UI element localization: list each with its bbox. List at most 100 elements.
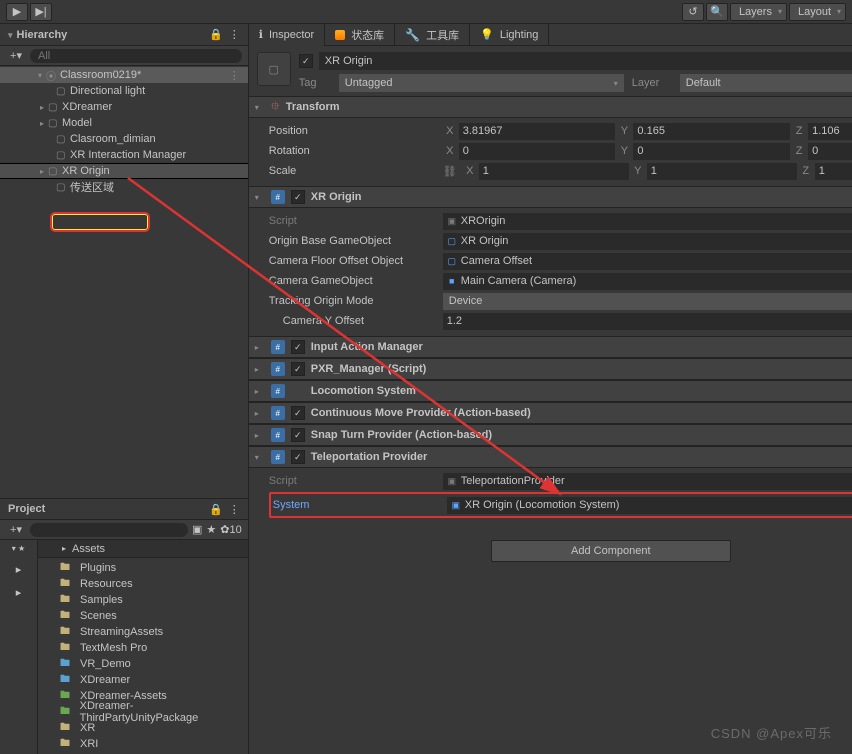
camoff-object-field[interactable]: ▢Camera Offset⊙: [443, 253, 852, 270]
lock-icon[interactable]: 🔒: [209, 503, 223, 516]
folder-icon: 🖿: [60, 720, 74, 737]
scale-link-icon[interactable]: ⛓: [443, 165, 457, 178]
add-component-button[interactable]: Add Component: [491, 540, 731, 562]
pos-y-field[interactable]: [633, 123, 790, 140]
gameobject-icon: ▢: [56, 150, 70, 161]
folder-row[interactable]: 🖿Plugins: [38, 560, 248, 576]
layout-dropdown[interactable]: Layout: [789, 3, 846, 21]
foldout-icon[interactable]: [255, 409, 265, 418]
component-pxr-header[interactable]: #✓PXR_Manager (Script)?⋮: [249, 358, 852, 380]
hierarchy-item[interactable]: ▢Clasroom_dimian: [0, 131, 248, 147]
object-name-field[interactable]: [319, 52, 852, 70]
component-enabled-checkbox[interactable]: ✓: [291, 340, 305, 354]
tab-tools[interactable]: 🔧工具库: [395, 24, 470, 46]
component-enabled-checkbox[interactable]: ✓: [291, 450, 305, 464]
gameobject-icon: ▢: [56, 134, 70, 145]
tab-lighting[interactable]: 💡Lighting: [470, 24, 549, 46]
foldout-icon[interactable]: [255, 365, 265, 374]
folder-icon[interactable]: ▸: [16, 586, 22, 599]
project-tab[interactable]: Project 🔒⋮: [0, 498, 248, 520]
hierarchy-item[interactable]: ▢Directional light: [0, 83, 248, 99]
foldout-icon[interactable]: [255, 343, 265, 352]
hierarchy-search-input[interactable]: [30, 49, 242, 63]
folder-icon: 🖿: [60, 560, 74, 577]
undo-history-button[interactable]: ↺: [682, 3, 704, 21]
folder-row[interactable]: 🖿Resources: [38, 576, 248, 592]
pos-x-field[interactable]: [459, 123, 616, 140]
rot-x-field[interactable]: [459, 143, 616, 160]
rot-y-field[interactable]: [633, 143, 790, 160]
object-icon[interactable]: ▢: [257, 52, 291, 86]
hierarchy-item[interactable]: ▸▢XDreamer: [0, 99, 248, 115]
track-dropdown[interactable]: Device: [443, 293, 852, 310]
component-enabled-checkbox[interactable]: ✓: [291, 362, 305, 376]
folder-row[interactable]: 🖿VR_Demo: [38, 656, 248, 672]
hierarchy-item-xr-origin[interactable]: ▸▢XR Origin: [0, 163, 248, 179]
script-icon: #: [271, 428, 285, 442]
project-search-input[interactable]: [30, 523, 188, 537]
system-object-field[interactable]: ▣XR Origin (Locomotion System)⊙: [447, 497, 852, 514]
base-object-field[interactable]: ▢XR Origin⊙: [443, 233, 852, 250]
folder-row[interactable]: 🖿TextMesh Pro: [38, 640, 248, 656]
folder-icon[interactable]: ▸: [16, 563, 22, 576]
component-enabled-checkbox[interactable]: ✓: [291, 428, 305, 442]
component-continuous-header[interactable]: #✓Continuous Move Provider (Action-based…: [249, 402, 852, 424]
menu-icon[interactable]: ⋮: [229, 28, 240, 41]
menu-icon[interactable]: ⋮: [229, 503, 240, 516]
hierarchy-item[interactable]: ▢传送区域: [0, 179, 248, 195]
component-enabled-checkbox[interactable]: ✓: [291, 190, 305, 204]
rot-z-field[interactable]: [808, 143, 852, 160]
folder-icon: 🖿: [60, 656, 74, 673]
folder-row[interactable]: 🖿StreamingAssets: [38, 624, 248, 640]
component-locomotion-header[interactable]: #✓Locomotion System?⚙⋮: [249, 380, 852, 402]
lock-icon[interactable]: 🔒: [209, 28, 223, 41]
script-ref-icon: ▣: [447, 216, 457, 226]
play-button[interactable]: ▶: [6, 3, 28, 21]
scl-y-field[interactable]: [647, 163, 797, 180]
component-xrorigin-header[interactable]: # ✓ XR Origin ?⚙⋮: [249, 186, 852, 208]
filter-icon[interactable]: ▣: [192, 523, 202, 536]
layer-dropdown[interactable]: Default: [680, 74, 852, 92]
layer-label: Layer: [632, 74, 672, 92]
folder-row[interactable]: 🖿Samples: [38, 592, 248, 608]
folder-row[interactable]: 🖿Scenes: [38, 608, 248, 624]
tab-inspector[interactable]: ℹInspector: [249, 24, 325, 46]
hidden-icon[interactable]: ✿10: [220, 523, 241, 536]
search-global-button[interactable]: 🔍: [706, 3, 728, 21]
foldout-icon[interactable]: [255, 387, 265, 396]
component-input-action-header[interactable]: #✓Input Action Manager?⚙⋮: [249, 336, 852, 358]
hierarchy-tab[interactable]: Hierarchy 🔒⋮: [0, 24, 248, 46]
transform-body: Position XYZ Rotation XYZ Scale⛓ XYZ: [249, 118, 852, 186]
component-teleport-header[interactable]: #✓Teleportation Provider?⚙⋮: [249, 446, 852, 468]
camy-field[interactable]: [443, 313, 852, 330]
foldout-icon[interactable]: [255, 431, 265, 440]
foldout-icon[interactable]: [255, 193, 265, 202]
hierarchy-item[interactable]: ▸▢Model: [0, 115, 248, 131]
scl-x-field[interactable]: [479, 163, 629, 180]
component-ref-icon: ▣: [451, 500, 461, 510]
folder-row[interactable]: 🖿XRI: [38, 736, 248, 752]
step-button[interactable]: ▶|: [30, 3, 52, 21]
inspector-icon: ℹ: [259, 28, 263, 41]
folder-row[interactable]: 🖿XDreamer-ThirdPartyUnityPackage: [38, 704, 248, 720]
foldout-icon[interactable]: [255, 453, 265, 462]
tab-states[interactable]: 状态库: [325, 24, 395, 46]
foldout-icon[interactable]: [255, 103, 265, 112]
folder-row[interactable]: 🖿XDreamer: [38, 672, 248, 688]
tag-dropdown[interactable]: Untagged: [339, 74, 624, 92]
create-button[interactable]: +▾: [6, 49, 26, 62]
component-snapturn-header[interactable]: #✓Snap Turn Provider (Action-based)?⚙⋮: [249, 424, 852, 446]
scene-row[interactable]: ▾⦿ Classroom0219* ⋮: [0, 67, 248, 83]
pos-z-field[interactable]: [808, 123, 852, 140]
assets-header[interactable]: ▸Assets: [38, 540, 248, 558]
star-icon[interactable]: ★: [206, 523, 216, 536]
scl-z-field[interactable]: [815, 163, 852, 180]
component-enabled-checkbox[interactable]: ✓: [291, 406, 305, 420]
cam-object-field[interactable]: ■Main Camera (Camera)⊙: [443, 273, 852, 290]
component-transform-header[interactable]: ⯐ Transform ?⚙⋮: [249, 96, 852, 118]
layers-dropdown[interactable]: Layers: [730, 3, 787, 21]
active-checkbox[interactable]: ✓: [299, 54, 313, 68]
scene-menu-icon[interactable]: ⋮: [229, 69, 240, 82]
hierarchy-item[interactable]: ▢XR Interaction Manager: [0, 147, 248, 163]
create-asset-button[interactable]: +▾: [6, 523, 26, 536]
